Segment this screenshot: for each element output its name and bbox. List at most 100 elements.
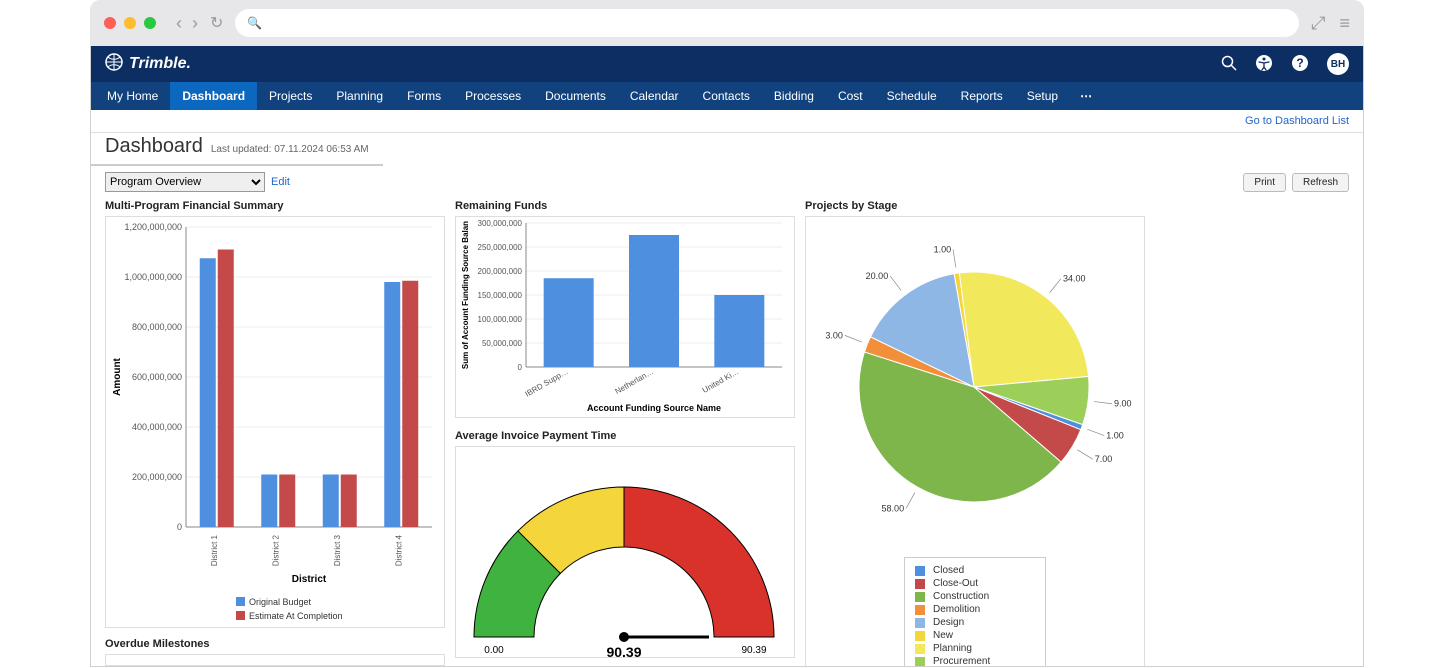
menu-forms[interactable]: Forms <box>395 82 453 110</box>
panel-financial: 0 200,000,000 400,000,000 600,000,000 800,00… <box>105 216 445 628</box>
svg-text:34.00: 34.00 <box>1063 274 1086 284</box>
panel-title-financial: Multi-Program Financial Summary <box>105 200 445 212</box>
panel-remaining: 0 50,000,000 100,000,000 150,000,000 200,000… <box>455 216 795 418</box>
svg-text:9.00: 9.00 <box>1114 399 1132 409</box>
menu-documents[interactable]: Documents <box>533 82 618 110</box>
svg-text:0: 0 <box>177 522 182 532</box>
window-minimize-icon[interactable] <box>124 17 136 29</box>
svg-text:1.00: 1.00 <box>1106 431 1124 441</box>
svg-text:0.00: 0.00 <box>484 645 504 656</box>
edit-link[interactable]: Edit <box>271 176 290 188</box>
svg-text:100,000,000: 100,000,000 <box>478 315 523 324</box>
menu-schedule[interactable]: Schedule <box>875 82 949 110</box>
svg-text:Netherlan…: Netherlan… <box>614 367 655 396</box>
svg-text:400,000,000: 400,000,000 <box>132 422 182 432</box>
panel-invoice: 0.00 90.39 90.39 <box>455 446 795 658</box>
last-updated: Last updated: 07.11.2024 06:53 AM <box>211 144 369 158</box>
svg-text:District 3: District 3 <box>333 534 342 566</box>
svg-text:United Ki…: United Ki… <box>701 367 741 395</box>
page-title: Dashboard <box>105 135 203 158</box>
search-icon[interactable] <box>1221 55 1237 74</box>
svg-text:0: 0 <box>518 363 523 372</box>
svg-text:1.00: 1.00 <box>934 245 952 255</box>
legend-item: Close-Out <box>915 577 1035 590</box>
expand-icon[interactable]: ⤢ <box>1311 13 1325 34</box>
avatar[interactable]: BH <box>1327 53 1349 75</box>
print-button[interactable]: Print <box>1243 173 1286 192</box>
menu-more-icon[interactable]: ⋯ <box>1070 82 1104 110</box>
legend-item: Construction <box>915 590 1035 603</box>
globe-icon <box>105 53 123 76</box>
svg-text:Estimate At Completion: Estimate At Completion <box>249 611 343 621</box>
panel-stage: 1.00 34.00 9.00 1.00 7.00 58.00 3.00 20.00 Clos… <box>805 216 1145 667</box>
svg-text:200,000,000: 200,000,000 <box>478 267 523 276</box>
window-zoom-icon[interactable] <box>144 17 156 29</box>
go-dashboard-list-link[interactable]: Go to Dashboard List <box>1245 115 1349 127</box>
svg-text:250,000,000: 250,000,000 <box>478 243 523 252</box>
svg-text:IBRD Supp…: IBRD Supp… <box>524 367 570 399</box>
brand-logo: Trimble. <box>105 53 191 76</box>
main-menu: My Home Dashboard Projects Planning Form… <box>91 82 1363 110</box>
forward-icon[interactable]: › <box>192 14 198 32</box>
svg-text:7.00: 7.00 <box>1095 454 1113 464</box>
help-icon[interactable]: ? <box>1291 54 1309 75</box>
svg-text:District 4: District 4 <box>394 534 403 566</box>
panel-title-invoice: Average Invoice Payment Time <box>455 430 795 442</box>
svg-text:Original Budget: Original Budget <box>249 597 312 607</box>
menu-bidding[interactable]: Bidding <box>762 82 826 110</box>
svg-text:?: ? <box>1296 56 1303 70</box>
svg-text:300,000,000: 300,000,000 <box>478 219 523 228</box>
menu-planning[interactable]: Planning <box>324 82 395 110</box>
svg-text:58.00: 58.00 <box>882 503 905 513</box>
svg-text:Amount: Amount <box>112 357 123 395</box>
search-icon: 🔍 <box>247 16 262 30</box>
svg-text:Sum of Account Funding Source: Sum of Account Funding Source Balan <box>461 221 470 369</box>
svg-text:50,000,000: 50,000,000 <box>482 339 523 348</box>
svg-text:20.00: 20.00 <box>866 271 889 281</box>
accessibility-icon[interactable] <box>1255 54 1273 75</box>
pie-legend: ClosedClose-OutConstructionDemolitionDes… <box>904 557 1046 667</box>
chart-remaining: 0 50,000,000 100,000,000 150,000,000 200,000… <box>456 217 792 417</box>
window-close-icon[interactable] <box>104 17 116 29</box>
menu-reports[interactable]: Reports <box>949 82 1015 110</box>
chart-financial: 0 200,000,000 400,000,000 600,000,000 800,00… <box>106 217 442 627</box>
reload-icon[interactable]: ↻ <box>210 13 223 33</box>
svg-text:150,000,000: 150,000,000 <box>478 291 523 300</box>
legend-item: Planning <box>915 642 1035 655</box>
menu-my-home[interactable]: My Home <box>95 82 170 110</box>
panel-title-remaining: Remaining Funds <box>455 200 795 212</box>
svg-text:90.39: 90.39 <box>606 644 641 657</box>
menu-cost[interactable]: Cost <box>826 82 875 110</box>
menu-setup[interactable]: Setup <box>1015 82 1070 110</box>
menu-processes[interactable]: Processes <box>453 82 533 110</box>
svg-text:90.39: 90.39 <box>741 645 766 656</box>
brand-name: Trimble. <box>129 55 191 73</box>
svg-text:Account Funding Source Name: Account Funding Source Name <box>587 403 721 413</box>
view-select[interactable]: Program Overview <box>105 172 265 192</box>
legend-item: Closed <box>915 564 1035 577</box>
back-icon[interactable]: ‹ <box>176 14 182 32</box>
panel-overdue <box>105 654 445 666</box>
menu-contacts[interactable]: Contacts <box>691 82 762 110</box>
legend-item: Design <box>915 616 1035 629</box>
browser-chrome: ‹ › ↻ 🔍 ⤢ ≡ <box>90 0 1364 46</box>
refresh-button[interactable]: Refresh <box>1292 173 1349 192</box>
svg-text:District 1: District 1 <box>210 534 219 566</box>
menu-projects[interactable]: Projects <box>257 82 324 110</box>
svg-text:600,000,000: 600,000,000 <box>132 372 182 382</box>
chart-invoice: 0.00 90.39 90.39 <box>456 447 792 657</box>
legend-item: Demolition <box>915 603 1035 616</box>
svg-text:1,200,000,000: 1,200,000,000 <box>124 222 182 232</box>
svg-text:3.00: 3.00 <box>825 330 843 340</box>
svg-text:District: District <box>292 574 327 585</box>
menu-icon[interactable]: ≡ <box>1339 13 1350 34</box>
svg-text:200,000,000: 200,000,000 <box>132 472 182 482</box>
menu-calendar[interactable]: Calendar <box>618 82 691 110</box>
legend-item: Procurement <box>915 655 1035 667</box>
chart-stage: 1.00 34.00 9.00 1.00 7.00 58.00 3.00 20.00 <box>806 217 1142 547</box>
menu-dashboard[interactable]: Dashboard <box>170 82 257 110</box>
panel-title-overdue: Overdue Milestones <box>105 638 445 650</box>
svg-text:District 2: District 2 <box>271 534 280 566</box>
svg-text:800,000,000: 800,000,000 <box>132 322 182 332</box>
url-bar[interactable]: 🔍 <box>235 9 1299 37</box>
